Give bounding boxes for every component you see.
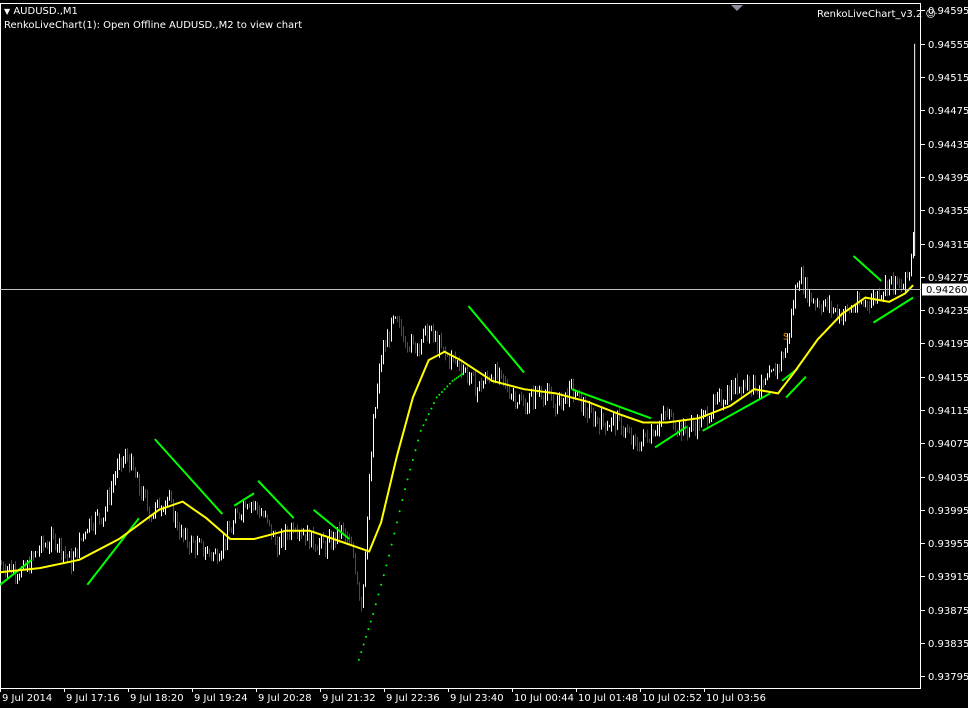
y-tick-label: 0.94115 <box>928 406 968 417</box>
signals: S <box>783 332 789 342</box>
stop-dot <box>455 377 458 380</box>
stop-dot <box>440 390 443 393</box>
stop-dot <box>427 413 430 416</box>
stop-dot <box>433 402 436 405</box>
y-tick-label: 0.94155 <box>928 373 968 384</box>
stop-dot <box>446 385 449 388</box>
stop-dot <box>457 375 460 378</box>
stop-dot <box>430 407 433 410</box>
indicator-label: RenkoLiveChart_v3.2 ☺ <box>817 9 936 20</box>
stop-dot <box>443 388 446 391</box>
y-tick-label: 0.94275 <box>928 273 968 284</box>
indicator-name: RenkoLiveChart_v3.2 <box>817 9 923 20</box>
x-tick-label: 9 Jul 19:24 <box>194 693 248 704</box>
stop-dot <box>374 603 377 606</box>
signal-label: S <box>783 332 789 342</box>
y-tick-label: 0.93995 <box>928 506 968 517</box>
x-tick-label: 10 Jul 00:44 <box>514 693 574 704</box>
y-tick-label: 0.94035 <box>928 473 968 484</box>
x-tick-label: 9 Jul 18:20 <box>130 693 184 704</box>
stop-dot <box>398 510 401 513</box>
y-tick-label: 0.94515 <box>928 73 968 84</box>
stop-dot <box>360 651 363 654</box>
price-tag-label: 0.94260 <box>926 285 967 296</box>
stop-line-segment <box>852 255 882 282</box>
stop-dot <box>357 658 360 661</box>
y-tick-label: 0.94315 <box>928 240 968 251</box>
x-tick-label: 9 Jul 23:40 <box>450 693 504 704</box>
y-tick-label: 0.93955 <box>928 539 968 550</box>
stop-dot <box>417 439 420 442</box>
stop-dot <box>372 612 375 615</box>
y-tick-label: 0.94475 <box>928 106 968 117</box>
stop-dot <box>365 635 368 638</box>
y-tick-label: 0.94395 <box>928 173 968 184</box>
x-tick-label: 10 Jul 03:56 <box>706 693 766 704</box>
shift-marker-icon <box>731 5 743 11</box>
y-tick-label: 0.93915 <box>928 572 968 583</box>
y-tick-label: 0.94555 <box>928 40 968 51</box>
y-tick-label: 0.93875 <box>928 606 968 617</box>
x-tick-label: 10 Jul 01:48 <box>578 693 638 704</box>
smiley-icon: ☺ <box>925 9 936 20</box>
stop-dot <box>419 429 422 432</box>
stop-dot <box>448 382 451 385</box>
stop-dot <box>461 372 464 375</box>
stop-line-segment <box>467 305 525 374</box>
stop-dot <box>377 593 380 596</box>
stop-dot <box>411 458 414 461</box>
price-axis: 0.945950.945550.945150.944750.944350.943… <box>921 6 968 683</box>
stop-dot <box>390 543 393 546</box>
ma-line <box>0 284 914 574</box>
y-tick-label: 0.94075 <box>928 439 968 450</box>
stop-dot <box>395 521 398 524</box>
triangle-down-icon[interactable]: ▼ <box>4 7 10 16</box>
symbol-label: AUDUSD.,M1 <box>13 6 78 17</box>
status-text: RenkoLiveChart(1): Open Offline AUDUSD.,… <box>4 20 303 31</box>
symbol-header[interactable]: ▼ AUDUSD.,M1 <box>4 6 78 17</box>
stop-dot <box>388 554 391 557</box>
plot-border <box>0 3 921 689</box>
stop-dot <box>459 374 462 377</box>
stop-dot <box>393 532 396 535</box>
stop-dot <box>385 564 388 567</box>
x-tick-label: 9 Jul 17:16 <box>66 693 120 704</box>
chart-frame <box>0 3 921 689</box>
stop-dot <box>425 418 428 421</box>
y-tick-label: 0.94355 <box>928 206 968 217</box>
stop-dot <box>422 424 425 427</box>
x-tick-label: 9 Jul 20:28 <box>258 693 312 704</box>
x-tick-label: 10 Jul 02:52 <box>642 693 702 704</box>
current-price-marker: 0.94260 <box>0 5 968 296</box>
y-tick-label: 0.93795 <box>928 672 968 683</box>
stop-dot <box>382 574 385 577</box>
time-axis: 9 Jul 2014 9 Jul 17:16 9 Jul 18:20 9 Jul 19… <box>0 688 766 704</box>
x-tick-label: 9 Jul 22:36 <box>386 693 440 704</box>
stop-dot <box>401 499 404 502</box>
stop-dot <box>367 628 370 631</box>
stop-dot <box>406 478 409 481</box>
stop-dot <box>380 583 383 586</box>
stop-line-segment <box>154 438 224 515</box>
y-tick-label: 0.93835 <box>928 639 968 650</box>
stop-dot <box>438 393 441 396</box>
stop-lines <box>0 255 914 661</box>
x-tick-label: 9 Jul 21:32 <box>322 693 376 704</box>
stop-dot <box>369 620 372 623</box>
moving-average <box>0 284 914 574</box>
stop-dot <box>403 488 406 491</box>
stop-dot <box>451 379 454 382</box>
stop-dot <box>435 396 438 399</box>
y-tick-label: 0.94195 <box>928 339 968 350</box>
candles <box>1 43 916 612</box>
x-tick-label: 9 Jul 2014 <box>2 693 52 704</box>
y-tick-label: 0.94435 <box>928 140 968 151</box>
stop-dot <box>362 643 365 646</box>
stop-dot <box>414 449 417 452</box>
stop-dot <box>453 378 456 381</box>
stop-dot <box>409 468 412 471</box>
price-chart[interactable]: 0.945950.945550.945150.944750.944350.943… <box>0 0 968 708</box>
y-tick-label: 0.94235 <box>928 306 968 317</box>
